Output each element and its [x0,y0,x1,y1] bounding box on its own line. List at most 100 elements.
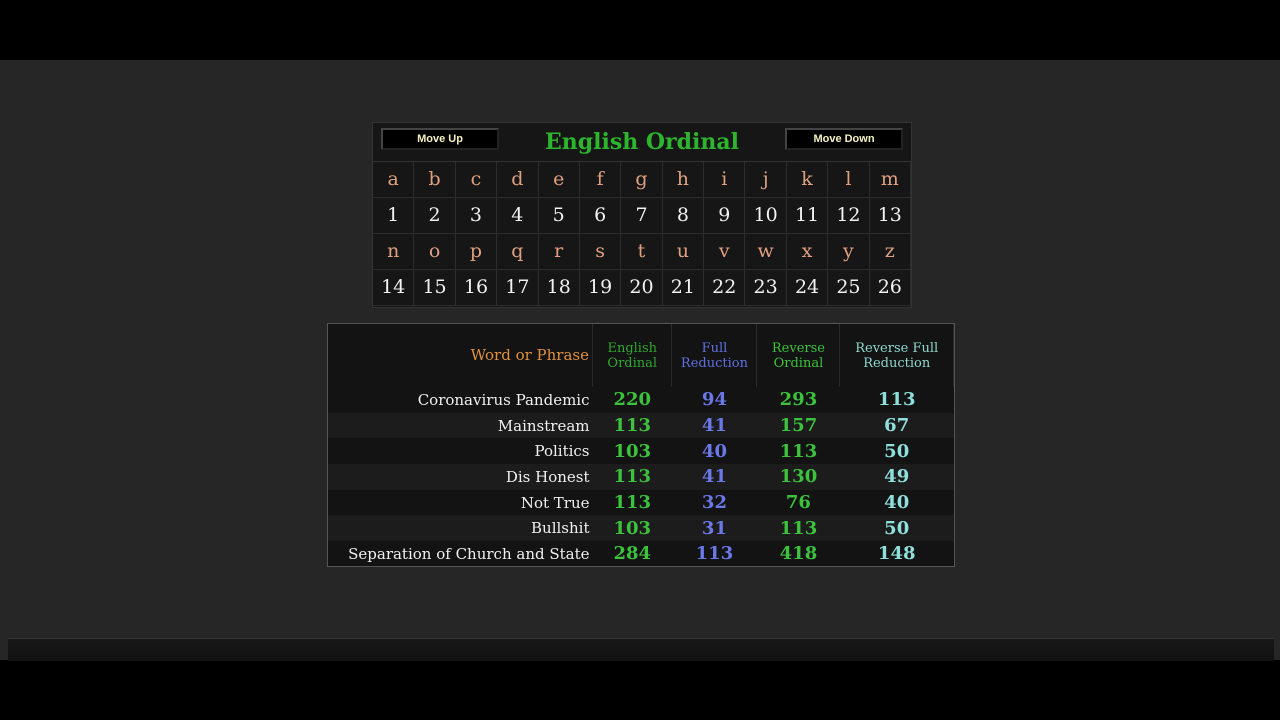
cipher-letter: e [538,162,580,198]
header-full-reduction: Full Reduction [671,324,758,387]
cipher-letter: o [414,234,456,270]
cipher-letter: s [579,234,622,270]
cipher-letter: j [745,162,787,198]
cipher-letter: m [869,162,911,198]
phrase-cell: Coronavirus Pandemic [417,390,590,409]
move-down-button[interactable]: Move Down [785,128,903,150]
reverse-full-reduction-value: 50 [884,440,910,462]
cipher-value: 19 [579,270,622,306]
move-up-button[interactable]: Move Up [381,128,499,150]
cipher-value: 3 [455,198,498,234]
results-table: Word or Phrase English Ordinal Full Redu… [327,323,955,567]
table-row[interactable]: Politics 103 40 113 50 [328,438,954,464]
phrase-cell: Dis Honest [328,464,593,490]
cipher-letter: n [373,234,415,270]
reverse-full-reduction-value: 49 [839,464,954,490]
cipher-grid: a b c d e f g h i j k l m 1 2 3 4 5 6 7 8 9 10 11 12 13 n o p q r s t u v w… [373,162,911,306]
reverse-ordinal-value: 418 [779,543,818,565]
cipher-value: 5 [538,198,580,234]
full-reduction-value: 40 [701,440,727,462]
cipher-letter: a [373,162,415,198]
cipher-letter: h [662,162,705,198]
phrase-cell: Not True [520,493,590,512]
cipher-letter: l [828,162,870,198]
cipher-value: 21 [662,270,705,306]
english-ordinal-value: 113 [592,412,672,439]
cipher-letter: k [786,162,829,198]
reverse-ordinal-value: 157 [756,412,840,439]
table-row[interactable]: Dis Honest 113 41 130 49 [328,464,954,490]
cipher-value: 17 [497,270,539,306]
cipher-value: 16 [455,270,498,306]
cipher-value: 11 [786,198,829,234]
cipher-letter: t [621,234,663,270]
cipher-value: 26 [869,270,911,306]
cipher-letter: d [497,162,539,198]
reverse-full-reduction-value: 148 [877,543,916,565]
phrase-cell: Bullshit [328,515,593,542]
cipher-value: 20 [621,270,663,306]
full-reduction-value: 41 [671,412,757,439]
english-ordinal-value: 220 [613,389,652,411]
table-row[interactable]: Mainstream 113 41 157 67 [328,412,954,439]
table-row[interactable]: Bullshit 103 31 113 50 [328,515,954,542]
cipher-letter: x [786,234,829,270]
reverse-ordinal-value: 113 [756,515,840,542]
cipher-letter: i [704,162,746,198]
cipher-chart: Move Up English Ordinal Move Down abcdef… [372,122,912,308]
cipher-letter: g [621,162,663,198]
cipher-header: Move Up English Ordinal Move Down [373,123,911,162]
full-reduction-value: 32 [701,492,727,514]
cipher-letter: b [414,162,456,198]
header-word-or-phrase: Word or Phrase [328,324,593,387]
reverse-full-reduction-value: 113 [877,389,916,411]
cipher-value: 14 [373,270,415,306]
cipher-value: 15 [414,270,456,306]
cipher-letter: z [869,234,911,270]
english-ordinal-value: 284 [613,543,652,565]
full-reduction-value: 31 [671,515,757,542]
table-row[interactable]: Separation of Church and State 284 113 418 1… [328,541,954,567]
cipher-value: 18 [538,270,580,306]
cipher-value: 4 [497,198,539,234]
phrase-cell: Separation of Church and State [348,544,590,563]
reverse-full-reduction-value: 40 [884,492,910,514]
cipher-letter: f [579,162,622,198]
cipher-value: 9 [704,198,746,234]
cipher-value: 2 [414,198,456,234]
english-ordinal-value: 113 [592,464,672,490]
cipher-letter: u [662,234,705,270]
cipher-value: 7 [621,198,663,234]
phrase-cell: Politics [534,442,590,461]
reverse-ordinal-value: 76 [785,492,811,514]
full-reduction-value: 41 [671,464,757,490]
cipher-letter: w [745,234,787,270]
table-row[interactable]: Coronavirus Pandemic 220 94 293 113 [328,387,954,413]
reverse-full-reduction-value: 67 [839,412,954,439]
cipher-value: 22 [704,270,746,306]
cipher-value: 25 [828,270,870,306]
cipher-value: 23 [745,270,787,306]
results-header-row: Word or Phrase English Ordinal Full Redu… [328,324,954,387]
cipher-value: 10 [745,198,787,234]
cipher-letter: p [455,234,498,270]
reverse-ordinal-value: 113 [779,440,818,462]
english-ordinal-value: 113 [613,492,652,514]
table-row[interactable]: Not True 113 32 76 40 [328,490,954,516]
full-reduction-value: 113 [695,543,734,565]
cipher-letter: r [538,234,580,270]
footer-nav-bar [8,638,1274,661]
cipher-letter: v [704,234,746,270]
header-reverse-full-reduction: Reverse Full Reduction [839,324,954,387]
cipher-value: 13 [869,198,911,234]
full-reduction-value: 94 [701,389,727,411]
reverse-ordinal-value: 130 [756,464,840,490]
english-ordinal-value: 103 [592,515,672,542]
phrase-cell: Mainstream [328,412,593,439]
page-content: Move Up English Ordinal Move Down abcdef… [0,60,1280,661]
cipher-value: 12 [828,198,870,234]
cipher-value: 6 [579,198,622,234]
cipher-value: 8 [662,198,705,234]
header-english-ordinal: English Ordinal [592,324,673,387]
english-ordinal-value: 103 [613,440,652,462]
